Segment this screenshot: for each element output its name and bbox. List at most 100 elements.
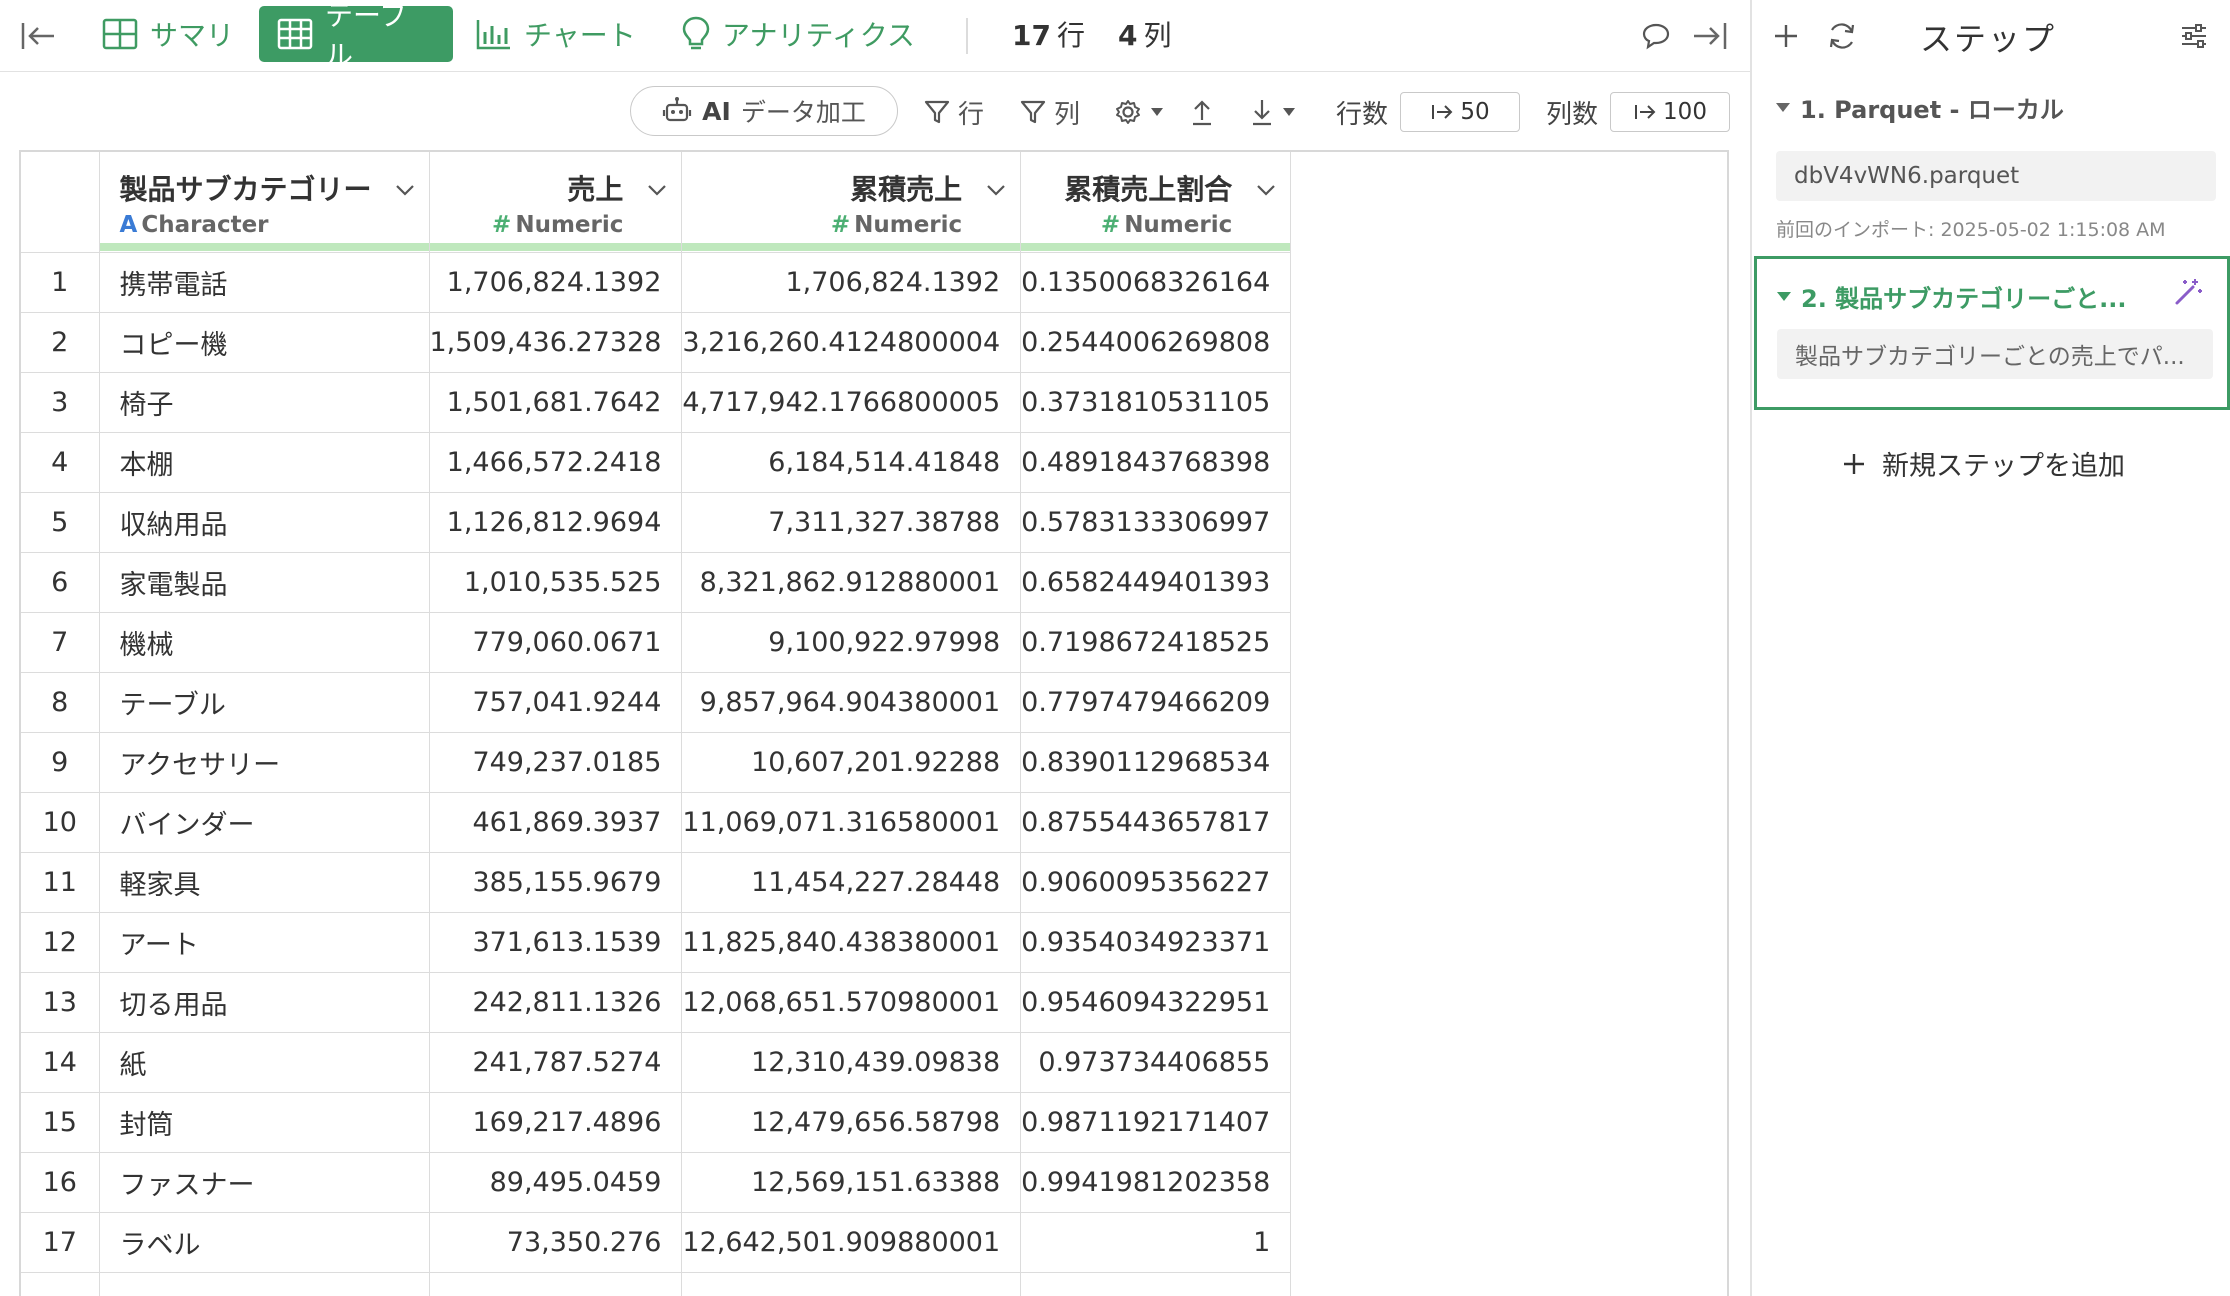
cell-subcategory[interactable]: 家電製品 [99,552,430,613]
chevron-down-icon[interactable] [393,178,417,202]
tab-table[interactable]: テーブル [259,0,453,72]
cell-subcategory[interactable]: 封筒 [99,1092,430,1153]
cell-subcategory[interactable]: アクセサリー [99,732,430,793]
cell-cumulative-sales[interactable]: 9,857,964.904380001 [681,672,1022,733]
cell-sales[interactable]: 371,613.1539 [429,912,683,973]
cell-sales[interactable]: 1,509,436.27328 [429,312,683,373]
cell-sales[interactable]: 241,787.5274 [429,1032,683,1093]
cell-cumulative-ratio[interactable]: 0.5783133306997 [1020,492,1292,553]
cell-cumulative-sales[interactable]: 3,216,260.4124800004 [681,312,1022,373]
column-header[interactable]: 累積売上 # Numeric [681,152,1022,253]
cell-subcategory[interactable]: 機械 [99,612,430,673]
cell-subcategory[interactable]: バインダー [99,792,430,853]
cell-cumulative-sales[interactable]: 9,100,922.97998 [681,612,1022,673]
cell-cumulative-ratio[interactable]: 0.3731810531105 [1020,372,1292,433]
cell-subcategory[interactable]: 携帯電話 [99,252,430,313]
cell-sales[interactable]: 779,060.0671 [429,612,683,673]
step-header[interactable]: 1. Parquet - ローカル [1776,90,2216,125]
cell-cumulative-ratio[interactable]: 0.7797479466209 [1020,672,1292,733]
ai-data-processing-button[interactable]: AI データ加工 [630,86,898,136]
cell-cumulative-ratio[interactable]: 0.9871192171407 [1020,1092,1292,1153]
cell-subcategory[interactable]: アート [99,912,430,973]
step-header[interactable]: 2. 製品サブカテゴリーごと... [1777,279,2127,314]
table-row[interactable]: 15 封筒 169,217.4896 12,479,656.58798 0.987119… [21,1092,1292,1153]
step-detail[interactable]: 製品サブカテゴリーごとの売上でパ... [1777,329,2213,379]
cell-cumulative-sales[interactable]: 12,479,656.58798 [681,1092,1022,1153]
cell-sales[interactable]: 1,010,535.525 [429,552,683,613]
cell-cumulative-ratio[interactable]: 0.9941981202358 [1020,1152,1292,1213]
cell-cumulative-sales[interactable]: 7,311,327.38788 [681,492,1022,553]
table-row[interactable]: 6 家電製品 1,010,535.525 8,321,862.912880001 0.6… [21,552,1292,613]
cell-cumulative-ratio[interactable]: 0.9060095356227 [1020,852,1292,913]
cell-sales[interactable]: 385,155.9679 [429,852,683,913]
cell-sales[interactable]: 89,495.0459 [429,1152,683,1213]
magic-wand-icon[interactable] [2173,277,2203,307]
table-row[interactable]: 16 ファスナー 89,495.0459 12,569,151.63388 0.9941… [21,1152,1292,1213]
settings-dropdown[interactable] [1114,92,1164,132]
cell-cumulative-sales[interactable]: 11,825,840.438380001 [681,912,1022,973]
cell-subcategory[interactable]: ファスナー [99,1152,430,1213]
step-item-selected[interactable]: 2. 製品サブカテゴリーごと... 製品サブカテゴリーごとの売上でパ... [1754,256,2230,410]
cell-subcategory[interactable]: 切る用品 [99,972,430,1033]
cell-cumulative-ratio[interactable]: 0.973734406855 [1020,1032,1292,1093]
tab-chart[interactable]: チャート [458,6,654,62]
cell-cumulative-sales[interactable]: 11,454,227.28448 [681,852,1022,913]
table-row[interactable]: 9 アクセサリー 749,237.0185 10,607,201.92288 0.839… [21,732,1292,793]
table-row[interactable]: 7 機械 779,060.0671 9,100,922.97998 0.71986724… [21,612,1292,673]
cell-cumulative-sales[interactable]: 11,069,071.316580001 [681,792,1022,853]
comment-icon[interactable] [1636,16,1676,56]
cell-cumulative-ratio[interactable]: 0.8390112968534 [1020,732,1292,793]
cell-cumulative-ratio[interactable]: 0.7198672418525 [1020,612,1292,673]
cell-cumulative-ratio[interactable]: 0.2544006269808 [1020,312,1292,373]
table-row[interactable]: 17 ラベル 73,350.276 12,642,501.909880001 1 [21,1212,1292,1273]
table-row[interactable]: 3 椅子 1,501,681.7642 4,717,942.1766800005 0.3… [21,372,1292,433]
tab-analytics[interactable]: アナリティクス [664,6,933,62]
cell-subcategory[interactable]: 軽家具 [99,852,430,913]
step-detail[interactable]: dbV4vWN6.parquet [1776,151,2216,201]
cell-cumulative-ratio[interactable]: 0.4891843768398 [1020,432,1292,493]
chevron-down-icon[interactable] [984,178,1008,202]
cell-cumulative-ratio[interactable]: 0.6582449401393 [1020,552,1292,613]
cell-sales[interactable]: 242,811.1326 [429,972,683,1033]
sort-ascending-button[interactable] [1190,92,1214,132]
sliders-icon[interactable] [2174,16,2214,56]
cell-cumulative-ratio[interactable]: 1 [1020,1212,1292,1273]
cell-cumulative-sales[interactable]: 4,717,942.1766800005 [681,372,1022,433]
cell-sales[interactable]: 1,466,572.2418 [429,432,683,493]
cell-sales[interactable]: 1,706,824.1392 [429,252,683,313]
table-row[interactable]: 1 携帯電話 1,706,824.1392 1,706,824.1392 0.13500… [21,252,1292,313]
cell-cumulative-sales[interactable]: 8,321,862.912880001 [681,552,1022,613]
filter-columns-button[interactable]: 列 [1020,92,1080,132]
column-header[interactable]: 累積売上割合 # Numeric [1020,152,1292,253]
table-row[interactable]: 8 テーブル 757,041.9244 9,857,964.904380001 0.77… [21,672,1292,733]
column-header[interactable]: 売上 # Numeric [429,152,683,253]
column-header[interactable]: 製品サブカテゴリー A Character [99,152,430,253]
tab-summary[interactable]: サマリ [84,6,252,62]
table-row[interactable]: 14 紙 241,787.5274 12,310,439.09838 0.9737344… [21,1032,1292,1093]
cell-subcategory[interactable]: 紙 [99,1032,430,1093]
cell-sales[interactable]: 1,501,681.7642 [429,372,683,433]
cell-cumulative-sales[interactable]: 10,607,201.92288 [681,732,1022,793]
cell-sales[interactable]: 461,869.3937 [429,792,683,853]
collapse-left-icon[interactable] [18,16,58,56]
table-row[interactable]: 4 本棚 1,466,572.2418 6,184,514.41848 0.489184… [21,432,1292,493]
cell-sales[interactable]: 757,041.9244 [429,672,683,733]
sort-descending-button[interactable] [1250,92,1296,132]
cell-subcategory[interactable]: テーブル [99,672,430,733]
table-row[interactable]: 5 収納用品 1,126,812.9694 7,311,327.38788 0.5783… [21,492,1292,553]
filter-rows-button[interactable]: 行 [924,92,984,132]
add-step-button[interactable]: 新規ステップを追加 [1842,444,2125,483]
table-row[interactable]: 10 バインダー 461,869.3937 11,069,071.316580001 0… [21,792,1292,853]
cell-sales[interactable]: 1,126,812.9694 [429,492,683,553]
cell-cumulative-ratio[interactable]: 0.8755443657817 [1020,792,1292,853]
cell-cumulative-sales[interactable]: 12,569,151.63388 [681,1152,1022,1213]
cell-cumulative-sales[interactable]: 12,642,501.909880001 [681,1212,1022,1273]
table-row[interactable]: 12 アート 371,613.1539 11,825,840.438380001 0.9… [21,912,1292,973]
cell-cumulative-sales[interactable]: 6,184,514.41848 [681,432,1022,493]
table-row[interactable]: 2 コピー機 1,509,436.27328 3,216,260.4124800004… [21,312,1292,373]
cell-sales[interactable]: 749,237.0185 [429,732,683,793]
cell-cumulative-ratio[interactable]: 0.1350068326164 [1020,252,1292,313]
table-row[interactable]: 13 切る用品 242,811.1326 12,068,651.570980001 0.… [21,972,1292,1033]
cell-cumulative-ratio[interactable]: 0.9354034923371 [1020,912,1292,973]
cols-limit-input[interactable]: 100 [1610,92,1730,132]
